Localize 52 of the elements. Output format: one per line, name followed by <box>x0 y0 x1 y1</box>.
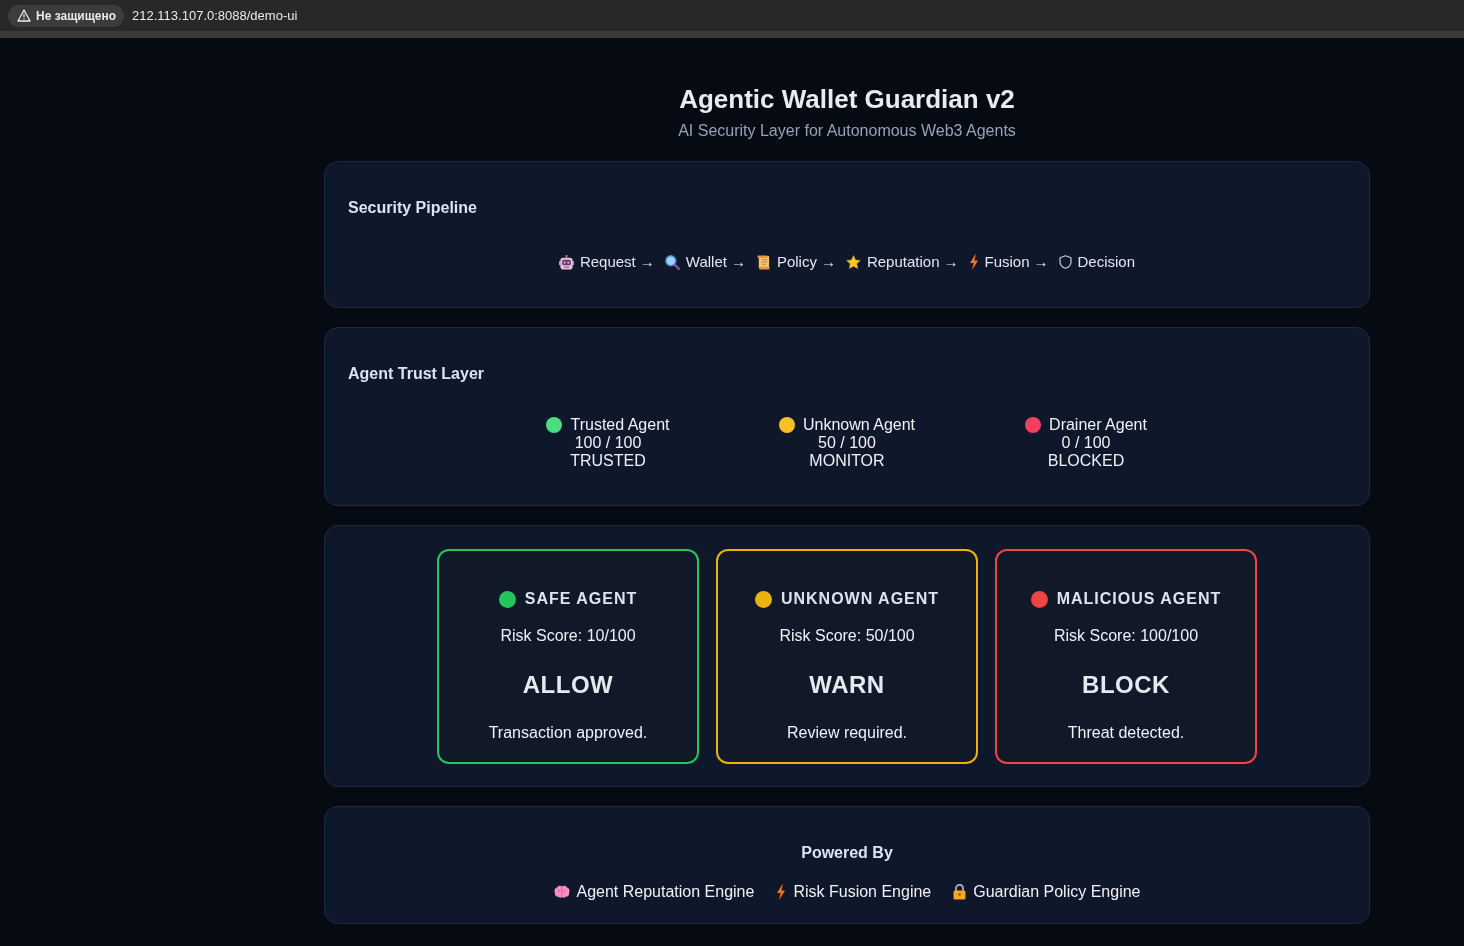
agent-type-title: MALICIOUS AGENT <box>1056 589 1222 609</box>
engine-label: Risk Fusion Engine <box>793 882 932 902</box>
agent-score: 100 / 100 <box>574 434 642 452</box>
engine-label: Agent Reputation Engine <box>576 882 755 902</box>
agent-type-title: SAFE AGENT <box>524 589 638 609</box>
page-subtitle: AI Security Layer for Autonomous Web3 Agents <box>677 121 1017 141</box>
flow-arrow: → <box>1033 252 1049 272</box>
agent-type-title: UNKNOWN AGENT <box>780 589 940 609</box>
address-url[interactable]: 212.113.107.0:8088/demo-ui <box>132 8 298 23</box>
pipeline-step-label: Wallet <box>685 252 727 272</box>
robot-icon <box>558 254 574 270</box>
flow-arrow: → <box>943 252 959 272</box>
flow-arrow: → <box>820 252 836 272</box>
scroll-icon <box>755 254 771 270</box>
pipeline-step-label: Decision <box>1077 252 1136 272</box>
pipeline-step-label: Fusion <box>984 252 1030 272</box>
padlock-icon <box>953 884 967 900</box>
agent-name: Drainer Agent <box>1049 416 1147 434</box>
agent-name: Trusted Agent <box>570 416 670 434</box>
pipeline-step-label: Policy <box>776 252 817 272</box>
decision-verdict: BLOCK <box>1082 671 1170 699</box>
decision-message: Review required. <box>786 723 908 743</box>
risk-score: Risk Score: 10/100 <box>500 626 636 646</box>
flow-arrow: → <box>730 252 746 272</box>
decision-message: Threat detected. <box>1067 723 1185 743</box>
decision-verdict: ALLOW <box>522 671 614 699</box>
agent-status: BLOCKED <box>1047 452 1125 470</box>
lightning-icon <box>776 884 787 900</box>
agent-status: TRUSTED <box>570 452 646 470</box>
pipeline-step-label: Request <box>579 252 636 272</box>
flow-arrow: → <box>639 252 655 272</box>
section-title: Agent Trust Layer <box>348 364 485 384</box>
pipeline-step-label: Reputation <box>866 252 940 272</box>
shield-icon <box>1058 255 1072 269</box>
section-title: Powered By <box>801 843 893 863</box>
risk-score: Risk Score: 50/100 <box>779 626 915 646</box>
brain-icon <box>553 885 570 899</box>
security-chip[interactable]: Не защищено <box>8 4 125 27</box>
risk-score: Risk Score: 100/100 <box>1053 626 1199 646</box>
decision-message: Transaction approved. <box>488 723 648 743</box>
agent-name: Unknown Agent <box>802 416 916 434</box>
magnifier-icon <box>664 254 680 270</box>
agent-score: 50 / 100 <box>818 434 876 452</box>
decision-verdict: WARN <box>809 671 885 699</box>
agent-status: MONITOR <box>809 452 885 470</box>
agent-score: 0 / 100 <box>1061 434 1111 452</box>
section-title: Security Pipeline <box>348 198 477 218</box>
engine-label: Guardian Policy Engine <box>973 882 1141 902</box>
star-icon <box>845 254 861 270</box>
lightning-icon <box>968 254 979 270</box>
page-title: Agentic Wallet Guardian v2 <box>678 84 1016 114</box>
warning-icon <box>17 9 31 22</box>
